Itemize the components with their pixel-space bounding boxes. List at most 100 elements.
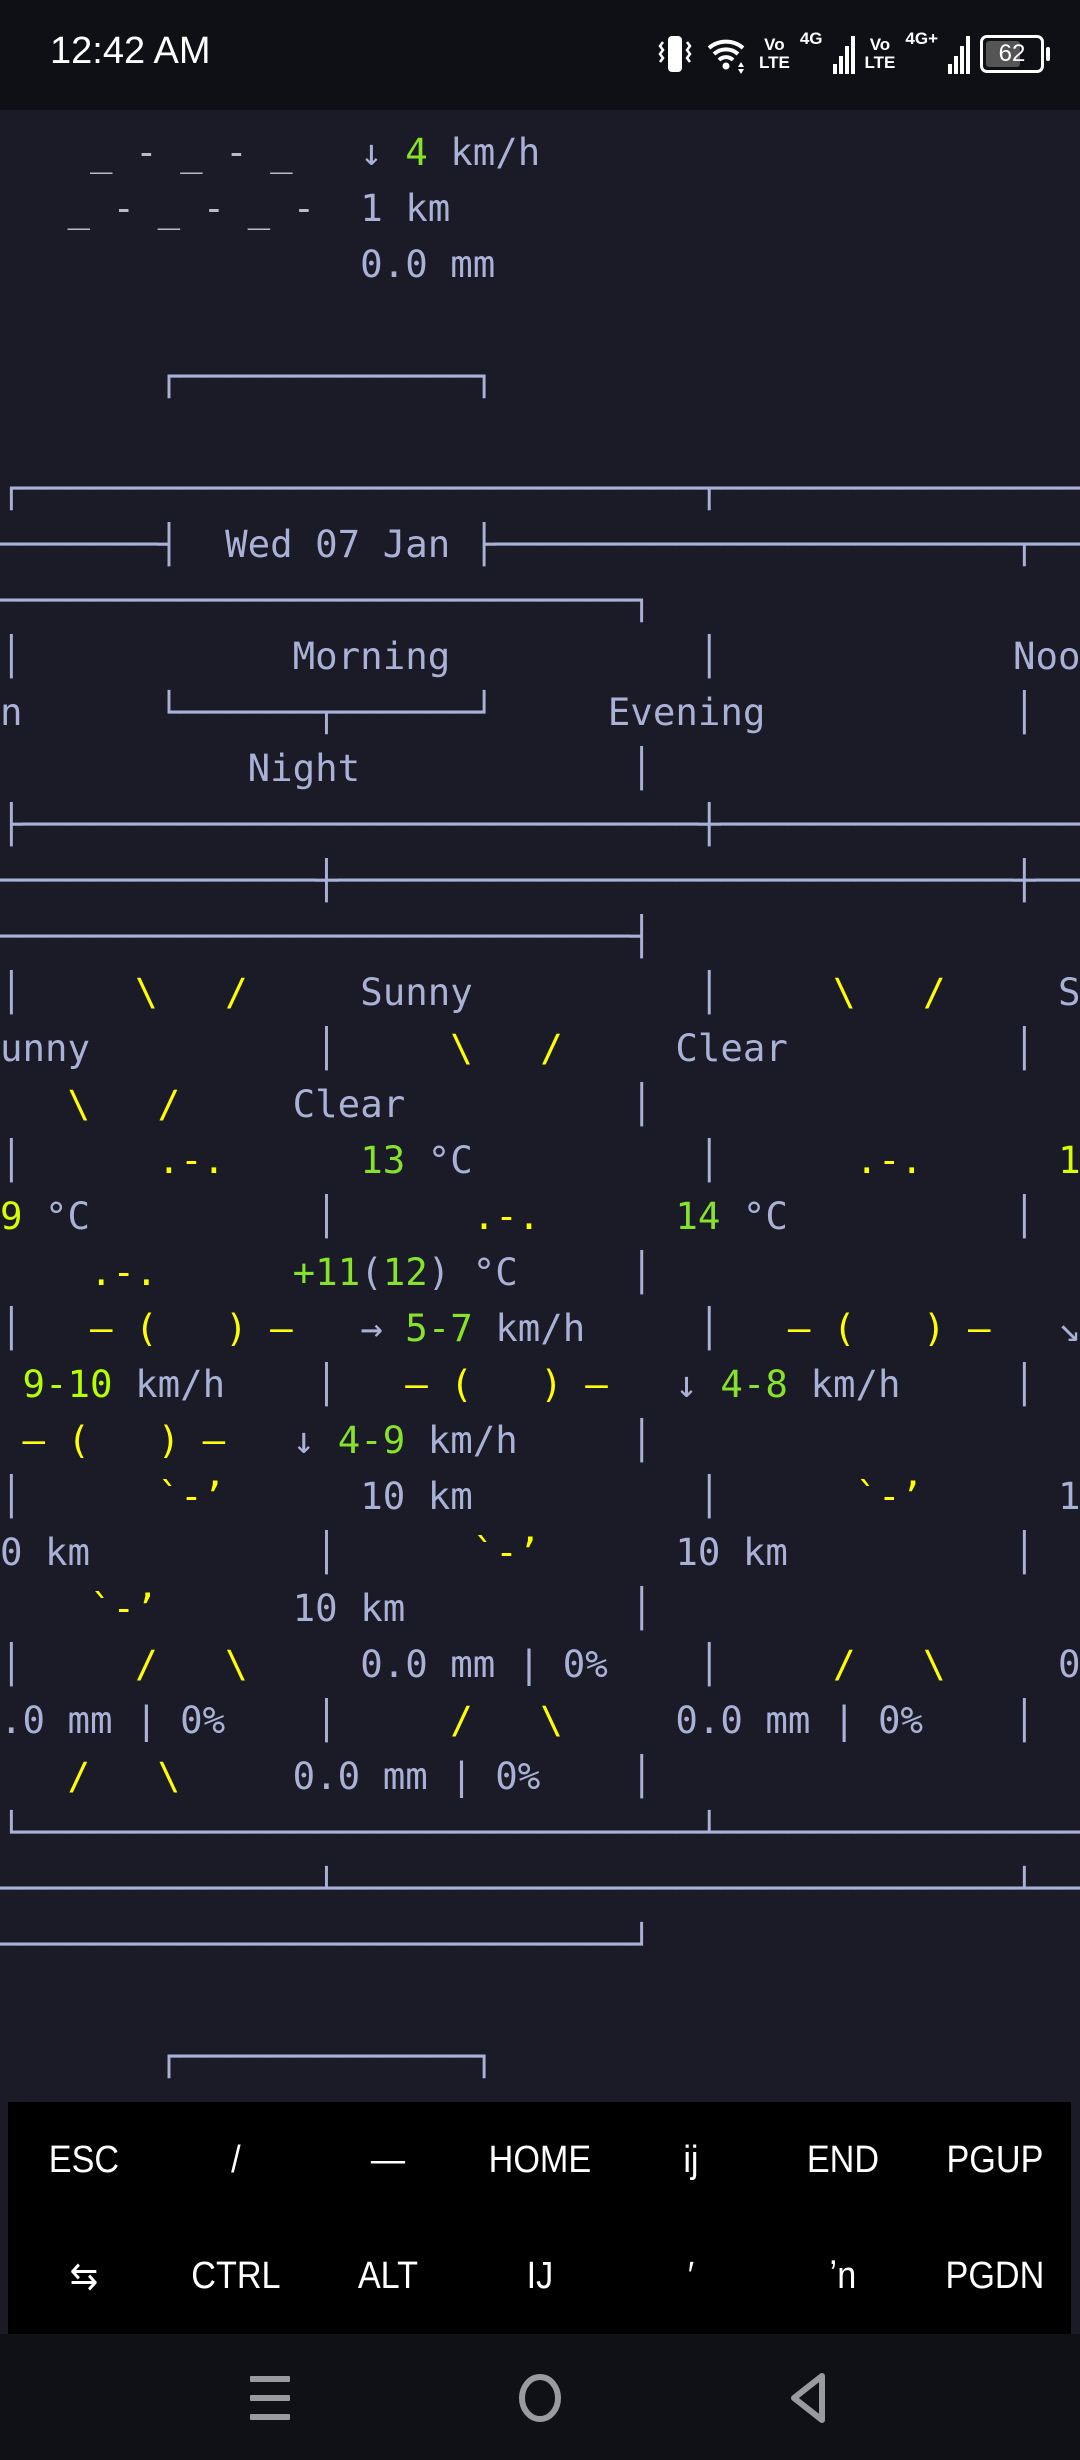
terminal-line: ──────────────┴─────────────────────────… bbox=[0, 1860, 1080, 1916]
terminal-line: `-’ 10 km │ bbox=[0, 1580, 1080, 1636]
terminal-line: Night │ bbox=[0, 740, 1080, 796]
extra-key-end[interactable]: END bbox=[775, 2139, 912, 2182]
terminal-text-segment: 1 bbox=[1058, 1138, 1080, 1182]
volte-indicator-1: Vo LTE bbox=[758, 35, 790, 72]
terminal-text-segment: ( bbox=[360, 1250, 383, 1294]
terminal-text-segment: ───────┤ Wed 07 Jan ├───────────────────… bbox=[0, 522, 1080, 566]
terminal-text-segment: 0.0 mm | 0% │ bbox=[247, 1642, 833, 1686]
extra-key-symbol[interactable]: — bbox=[319, 2139, 456, 2182]
terminal-text-segment: \ / bbox=[832, 970, 946, 1014]
terminal-text-segment: .-. bbox=[472, 1194, 541, 1238]
extra-key-symbol[interactable]: ⇆ bbox=[16, 2254, 153, 2299]
terminal-line: 9-10 km/h │ ― ( ) ― ↓ 4-8 km/h │ bbox=[0, 1356, 1080, 1412]
terminal-text-segment: 4 bbox=[405, 130, 428, 174]
extra-key-esc[interactable]: ESC bbox=[16, 2139, 153, 2182]
terminal-text-segment: ― ( ) ― bbox=[90, 1306, 293, 1350]
terminal-text-segment: ― ( ) ― bbox=[787, 1306, 991, 1350]
terminal-line: │ Morning │ Noo bbox=[0, 628, 1080, 684]
terminal-text-segment: `-’ bbox=[157, 1474, 226, 1518]
terminal-text-segment: .-. bbox=[855, 1138, 924, 1182]
terminal-text-segment: °C │ bbox=[405, 1138, 856, 1182]
terminal-text-segment: 4-9 bbox=[337, 1418, 406, 1462]
terminal-text-segment: .-. bbox=[157, 1138, 226, 1182]
status-bar: 12:42 AM Vo LTE 4G Vo LTE 4G+ 62 bbox=[0, 0, 1080, 110]
terminal-text-segment: ↓ bbox=[607, 1362, 721, 1406]
extra-key-ctrl[interactable]: CTRL bbox=[167, 2255, 304, 2298]
extra-key-n[interactable]: ʼn bbox=[775, 2255, 912, 2298]
terminal-line: ┌─────────────┐ bbox=[0, 2028, 1080, 2084]
terminal-text-segment: ― ( ) ― bbox=[405, 1362, 608, 1406]
terminal-line: │ .-. 13 °C │ .-. 1 bbox=[0, 1132, 1080, 1188]
terminal-text-segment: 0.0 mm | 0% │ bbox=[562, 1698, 1080, 1742]
terminal-text-segment: 0.0 mm bbox=[0, 242, 496, 286]
network-type-1: 4G bbox=[799, 29, 823, 48]
terminal-text-segment: │ bbox=[0, 1474, 158, 1518]
extra-key-symbol[interactable]: ′ bbox=[623, 2255, 760, 2298]
terminal-output[interactable]: _ - _ - _ ↓ 4 km/h _ - _ - _ - 1 km 0.0 … bbox=[0, 110, 1080, 2102]
menu-icon[interactable] bbox=[248, 2370, 292, 2426]
terminal-text-segment: │ Morning │ Noo bbox=[0, 634, 1080, 678]
terminal-line: ― ( ) ― ↓ 4-9 km/h │ bbox=[0, 1412, 1080, 1468]
terminal-text-segment: ↓ bbox=[360, 130, 406, 174]
terminal-text-segment: 14 bbox=[675, 1194, 721, 1238]
terminal-text-segment: │ bbox=[0, 1138, 158, 1182]
terminal-text-segment: / \ bbox=[450, 1698, 563, 1742]
terminal-line: \ / Clear │ bbox=[0, 1076, 1080, 1132]
terminal-line: .0 mm | 0% │ / \ 0.0 mm | 0% │ bbox=[0, 1692, 1080, 1748]
terminal-text-segment: km/h │ bbox=[405, 1418, 653, 1462]
terminal-text-segment: Sunny │ bbox=[247, 970, 833, 1014]
terminal-line: _ - _ - _ - 1 km bbox=[0, 180, 1080, 236]
terminal-text-segment: 4-8 bbox=[720, 1362, 788, 1406]
terminal-line: ├──────────────────────────────┼────────… bbox=[0, 796, 1080, 852]
status-icons: Vo LTE 4G Vo LTE 4G+ 62 bbox=[655, 29, 1050, 78]
terminal-text-segment: .0 mm | 0% │ bbox=[0, 1698, 451, 1742]
network-type-2: 4G+ bbox=[905, 29, 938, 48]
extra-key-ij[interactable]: ij bbox=[623, 2139, 760, 2182]
terminal-line: └──────────────────────────────┴────────… bbox=[0, 1804, 1080, 1860]
terminal-text-segment: 0 km │ bbox=[0, 1530, 473, 1574]
terminal-text-segment: 5-7 bbox=[405, 1306, 473, 1350]
extra-key-pgup[interactable]: PGUP bbox=[927, 2139, 1064, 2182]
terminal-line: ┌─────────────┐ bbox=[0, 348, 1080, 404]
extra-key-ij[interactable]: IJ bbox=[471, 2255, 608, 2298]
terminal-text-segment: °C │ bbox=[22, 1194, 473, 1238]
terminal-text-segment: \ / bbox=[135, 970, 248, 1014]
terminal-text-segment: °C │ bbox=[450, 1250, 653, 1294]
navigation-bar bbox=[0, 2334, 1080, 2460]
terminal-text-segment: 10 km │ bbox=[225, 1474, 856, 1518]
clock: 12:42 AM bbox=[50, 30, 211, 72]
back-triangle-icon[interactable] bbox=[788, 2370, 828, 2426]
terminal-text-segment: \ / bbox=[450, 1026, 563, 1070]
extra-keys-bar: ESC / — HOME ij END PGUP ⇆ CTRL ALT IJ ′ ʼn PGDN bbox=[8, 2102, 1071, 2334]
terminal-rows: _ - _ - _ ↓ 4 km/h _ - _ - _ - 1 km 0.0 … bbox=[0, 124, 1080, 2084]
terminal-text-segment: S bbox=[945, 970, 1080, 1014]
terminal-text-segment: / \ bbox=[832, 1642, 946, 1686]
terminal-text-segment: n └──────┬──────┘ Evening │ bbox=[0, 690, 1080, 734]
terminal-line: ───────┤ Wed 07 Jan ├───────────────────… bbox=[0, 516, 1080, 572]
extra-key-pgdn[interactable]: PGDN bbox=[927, 2255, 1064, 2298]
terminal-line: │ ― ( ) ― → 5-7 km/h │ ― ( ) ― ↘ bbox=[0, 1300, 1080, 1356]
terminal-text-segment: 10 km │ bbox=[157, 1586, 653, 1630]
terminal-line: n └──────┬──────┘ Evening │ bbox=[0, 684, 1080, 740]
extra-key-home[interactable]: HOME bbox=[471, 2139, 608, 2182]
extra-key-alt[interactable]: ALT bbox=[319, 2255, 456, 2298]
terminal-line: / \ 0.0 mm | 0% │ bbox=[0, 1748, 1080, 1804]
extra-key-symbol[interactable]: / bbox=[167, 2139, 304, 2182]
terminal-text-segment: km/h bbox=[427, 130, 541, 174]
terminal-text-segment: .-. bbox=[90, 1250, 158, 1294]
terminal-text-segment: / \ bbox=[67, 1754, 181, 1798]
terminal-line: │ / \ 0.0 mm | 0% │ / \ 0 bbox=[0, 1636, 1080, 1692]
terminal-text-segment: +11 bbox=[292, 1250, 361, 1294]
home-circle-icon[interactable] bbox=[516, 2370, 564, 2426]
terminal-text-segment: 9-10 bbox=[22, 1362, 113, 1406]
terminal-text-segment: │ bbox=[0, 1642, 136, 1686]
terminal-text-segment: ↓ bbox=[225, 1418, 338, 1462]
